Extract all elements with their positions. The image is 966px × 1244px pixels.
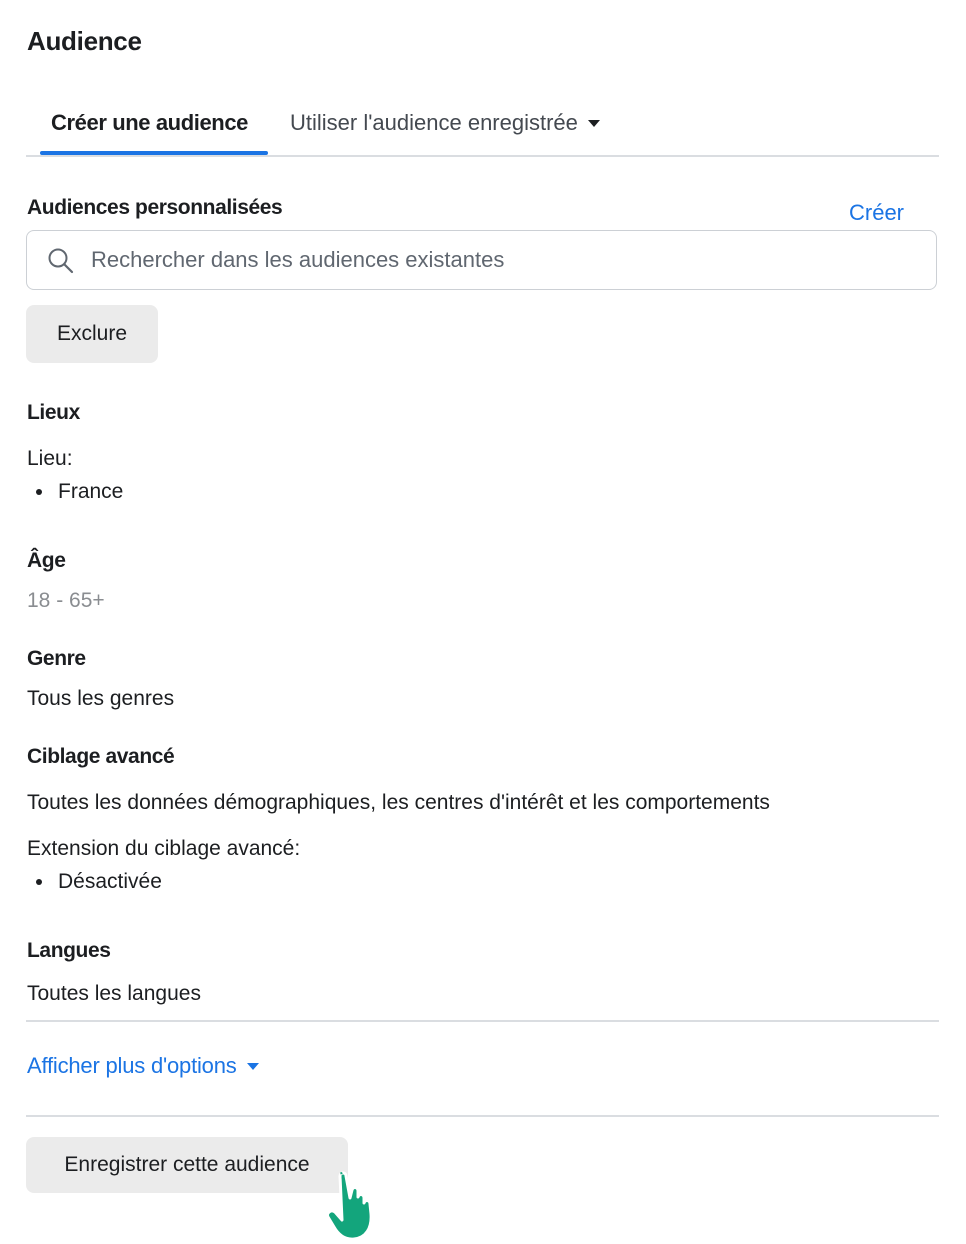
show-more-options-label: Afficher plus d'options: [27, 1053, 237, 1078]
detailed-targeting-heading: Ciblage avancé: [27, 745, 175, 768]
custom-audiences-label: Audiences personnalisées: [27, 196, 283, 219]
tabs-divider: [26, 155, 939, 157]
options-divider: [26, 1115, 939, 1117]
age-value: 18 - 65+: [27, 589, 105, 612]
create-audience-link[interactable]: Créer: [849, 200, 904, 226]
pointer-hand-icon: [326, 1171, 373, 1241]
location-item-label: France: [58, 480, 124, 503]
tab-saved-audience[interactable]: Utiliser l'audience enregistrée: [290, 110, 600, 136]
bullet-icon: [36, 489, 42, 495]
exclude-button[interactable]: Exclure: [26, 305, 158, 363]
location-item: France: [27, 480, 123, 504]
audience-search-box[interactable]: [26, 230, 937, 290]
location-sublabel: Lieu:: [27, 447, 73, 470]
gender-heading: Genre: [27, 647, 86, 670]
tab-create-audience[interactable]: Créer une audience: [51, 110, 248, 136]
targeting-expansion-item-label: Désactivée: [58, 870, 162, 893]
caret-down-icon: [246, 1062, 259, 1070]
caret-down-icon: [587, 119, 600, 127]
languages-value: Toutes les langues: [27, 982, 201, 1005]
search-icon: [48, 248, 74, 274]
gender-value: Tous les genres: [27, 687, 175, 710]
save-audience-button[interactable]: Enregistrer cette audience: [26, 1137, 348, 1193]
tab-saved-audience-label: Utiliser l'audience enregistrée: [290, 110, 578, 135]
locations-heading: Lieux: [27, 401, 80, 424]
targeting-expansion-item: Désactivée: [27, 870, 162, 894]
page-title: Audience: [27, 26, 142, 56]
bullet-icon: [36, 879, 42, 885]
languages-divider: [26, 1020, 939, 1022]
age-heading: Âge: [27, 549, 66, 572]
detailed-targeting-value: Toutes les données démographiques, les c…: [27, 791, 770, 814]
languages-heading: Langues: [27, 939, 111, 962]
audience-search-input[interactable]: [91, 231, 911, 289]
targeting-expansion-label: Extension du ciblage avancé:: [27, 837, 301, 860]
show-more-options-link[interactable]: Afficher plus d'options: [27, 1053, 259, 1079]
